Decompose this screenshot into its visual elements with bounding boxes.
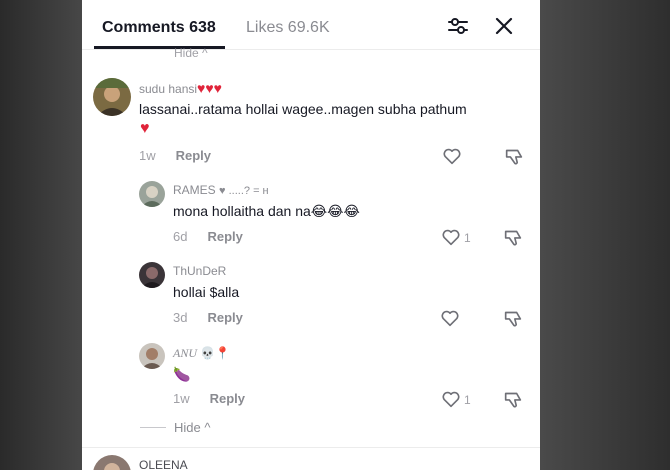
hide-replies-button[interactable]: Hide ^ — [140, 420, 210, 435]
username-text[interactable]: RAMES — [173, 183, 216, 197]
close-icon[interactable] — [492, 14, 516, 38]
reply-button[interactable]: Reply — [176, 148, 211, 163]
heart-outline-icon[interactable] — [440, 226, 462, 248]
comment-meta: 1w Reply — [139, 148, 211, 164]
reply-username[interactable]: RAMES ♥ .....? = н — [173, 182, 269, 199]
avatar[interactable] — [139, 262, 165, 288]
comment-username[interactable]: OLEENA — [139, 457, 188, 470]
dislike-icon[interactable] — [502, 307, 524, 329]
hide-replies-top[interactable]: Hide ^ — [174, 46, 208, 60]
dislike-icon[interactable] — [502, 226, 524, 248]
reply-button[interactable]: Reply — [210, 391, 245, 406]
reply-username[interactable]: ThUnDeR — [173, 263, 226, 279]
avatar[interactable] — [93, 78, 131, 116]
like-count: 1 — [464, 231, 471, 245]
reply-button[interactable]: Reply — [207, 229, 242, 244]
hide-divider-line — [140, 427, 166, 428]
heart-outline-icon[interactable] — [440, 388, 462, 410]
background-left — [0, 0, 82, 470]
username-suffix: 💀📍 — [200, 346, 231, 360]
filter-settings-icon[interactable] — [446, 14, 470, 38]
dislike-icon[interactable] — [503, 145, 525, 167]
hide-replies-label[interactable]: Hide ^ — [174, 420, 210, 435]
username-emoji: ♥♥♥ — [197, 80, 222, 96]
tab-comments[interactable]: Comments 638 — [102, 18, 216, 38]
background-right — [540, 0, 670, 470]
divider — [82, 447, 540, 448]
reply-time: 1w — [173, 391, 190, 406]
heart-outline-icon[interactable] — [439, 307, 461, 329]
heart-outline-icon[interactable] — [441, 145, 463, 167]
reply-meta: 1w Reply — [173, 391, 245, 407]
comment-time: 1w — [139, 148, 156, 163]
reply-time: 3d — [173, 310, 188, 325]
reply-text: mona hollaitha dan na😂😂😂 — [173, 203, 360, 219]
username-suffix: ♥ .....? = н — [219, 185, 269, 197]
avatar[interactable] — [139, 181, 165, 207]
reply-time: 6d — [173, 229, 188, 244]
comment-text-line1: lassanai..ratama hollai wagee..magen sub… — [139, 101, 467, 117]
reply-meta: 3d Reply — [173, 310, 243, 326]
comment-text-line2: ♥ — [140, 120, 150, 137]
tab-likes[interactable]: Likes 69.6K — [246, 18, 330, 38]
username-text[interactable]: ANU — [173, 346, 197, 360]
reply-text: 🍆 — [173, 366, 191, 382]
comments-header: Comments 638 Likes 69.6K — [82, 0, 540, 50]
reply-username[interactable]: ANU 💀📍 — [173, 345, 230, 361]
comment-username[interactable]: sudu hansi♥♥♥ — [139, 80, 222, 97]
like-count: 1 — [464, 393, 471, 407]
dislike-icon[interactable] — [502, 388, 524, 410]
username-text[interactable]: sudu hansi — [139, 82, 197, 96]
reply-meta: 6d Reply — [173, 229, 243, 245]
reply-button[interactable]: Reply — [207, 310, 242, 325]
comments-panel: Comments 638 Likes 69.6K Hide ^ sudu han… — [82, 0, 540, 470]
avatar[interactable] — [139, 343, 165, 369]
avatar[interactable] — [93, 455, 131, 470]
reply-text: hollai $alla — [173, 284, 240, 300]
